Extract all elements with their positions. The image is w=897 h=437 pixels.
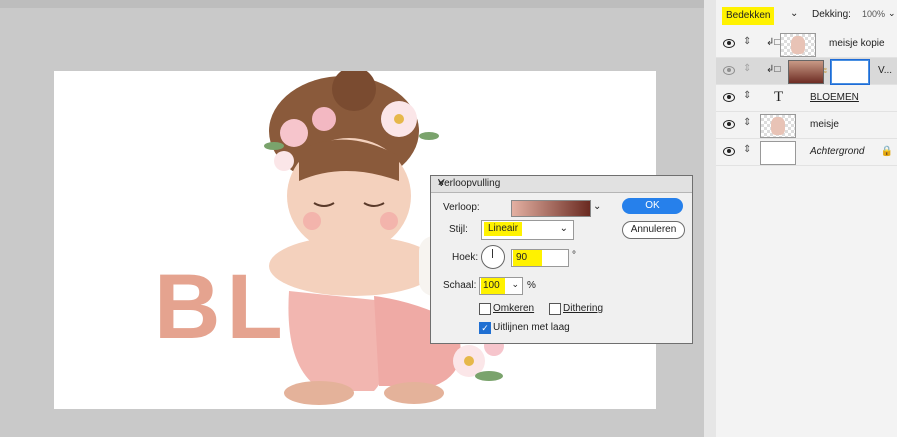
cancel-button[interactable]: Annuleren: [622, 221, 685, 239]
scale-input[interactable]: 100 ⌄: [479, 277, 523, 295]
layer-name: BLOEMEN: [810, 92, 859, 103]
layer-mask-thumbnail[interactable]: [830, 59, 870, 85]
style-select[interactable]: Lineair ⌄: [481, 220, 574, 240]
omkeren-label[interactable]: Omkeren: [493, 303, 534, 314]
omkeren-checkbox[interactable]: [479, 303, 491, 315]
panel-divider: [704, 0, 716, 437]
layer-row-meisje-kopie[interactable]: ⇕ ↲□ meisje kopie: [716, 31, 897, 58]
lock-icon[interactable]: 🔒: [881, 146, 893, 157]
eye-icon[interactable]: [723, 66, 735, 75]
link-icon[interactable]: ⇕: [743, 36, 751, 47]
gradient-fill-thumbnail: [788, 60, 824, 84]
chain-link-icon: ⦂: [824, 65, 827, 75]
chevron-down-icon[interactable]: ⌄: [511, 279, 519, 290]
layer-thumbnail: [760, 114, 796, 138]
link-icon[interactable]: ⇕: [743, 90, 751, 101]
schaal-label: Schaal:: [443, 280, 477, 291]
gradient-fill-dialog: Verloopvulling × Verloop: ⌄ Stijl: Linea…: [430, 175, 693, 344]
dialog-titlebar[interactable]: Verloopvulling ×: [431, 176, 692, 193]
chevron-down-icon[interactable]: ⌄: [593, 201, 601, 212]
close-icon[interactable]: ×: [438, 178, 688, 189]
layer-name: meisje: [810, 119, 839, 130]
uitlijnen-label[interactable]: Uitlijnen met laag: [493, 322, 570, 333]
layer-thumbnail: [760, 141, 796, 165]
text-layer-icon: T: [774, 89, 784, 105]
chevron-down-icon[interactable]: ⌄: [888, 8, 896, 19]
canvas-top-border: [0, 0, 704, 8]
link-icon[interactable]: ⇕: [743, 144, 751, 155]
verloop-label: Verloop:: [443, 202, 480, 213]
layer-name: meisje kopie: [829, 38, 885, 49]
link-icon[interactable]: ⇕: [743, 63, 751, 74]
ok-button[interactable]: OK: [622, 198, 683, 214]
scale-value: 100: [481, 278, 505, 294]
layer-row-gradient-fill[interactable]: ⇕ ↲□ ⦂ V...: [716, 58, 897, 85]
eye-icon[interactable]: [723, 93, 735, 102]
chevron-down-icon[interactable]: ⌄: [790, 8, 798, 19]
opacity-value[interactable]: 100%: [862, 9, 885, 19]
style-value: Lineair: [484, 222, 523, 236]
clip-group-icon: ↲□: [766, 37, 781, 48]
blend-mode-dropdown[interactable]: Bedekken: [722, 7, 775, 25]
layer-row-bloemen[interactable]: ⇕ T BLOEMEN: [716, 85, 897, 112]
percent-symbol: %: [527, 280, 536, 291]
layer-row-meisje[interactable]: ⇕ meisje: [716, 112, 897, 139]
layer-name: V...: [878, 65, 893, 76]
degree-symbol: °: [572, 250, 576, 261]
eye-icon[interactable]: [723, 147, 735, 156]
layers-panel[interactable]: Bedekken ⌄ Dekking: 100% ⌄ ⇕ ↲□ meisje k…: [716, 0, 897, 437]
eye-icon[interactable]: [723, 120, 735, 129]
dithering-label[interactable]: Dithering: [563, 303, 603, 314]
hoek-label: Hoek:: [452, 252, 479, 263]
stijl-label: Stijl:: [449, 224, 468, 235]
link-icon[interactable]: ⇕: [743, 117, 751, 128]
layers-header: Bedekken ⌄ Dekking: 100% ⌄: [716, 5, 897, 29]
gradient-picker[interactable]: [511, 200, 591, 217]
angle-input[interactable]: 90: [511, 249, 569, 267]
angle-dial[interactable]: [481, 245, 505, 269]
clip-group-icon: ↲□: [766, 64, 781, 75]
dithering-checkbox[interactable]: [549, 303, 561, 315]
layer-row-achtergrond[interactable]: ⇕ Achtergrond 🔒: [716, 139, 897, 166]
uitlijnen-checkbox[interactable]: ✓: [479, 322, 491, 334]
chevron-down-icon: ⌄: [559, 223, 568, 234]
layer-thumbnail: [780, 33, 816, 57]
eye-icon[interactable]: [723, 39, 735, 48]
opacity-label: Dekking:: [812, 9, 851, 20]
layer-name: Achtergrond: [810, 146, 865, 157]
angle-value: 90: [513, 250, 542, 266]
